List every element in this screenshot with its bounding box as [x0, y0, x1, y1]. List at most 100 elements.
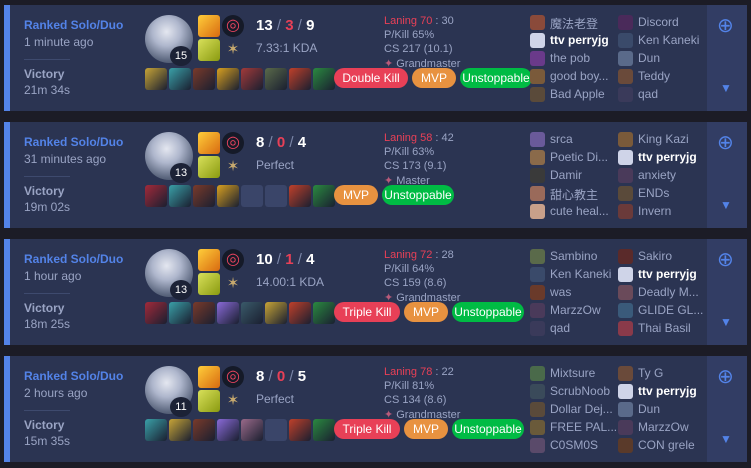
player-row[interactable]: ENDs — [618, 185, 706, 202]
summoner-spell-flash-icon[interactable] — [198, 390, 220, 412]
player-row[interactable]: GLIDE GL... — [618, 302, 706, 319]
match-card[interactable]: Ranked Solo/Duo 31 minutes ago Victory 19m … — [4, 122, 747, 228]
player-name[interactable]: Deadly M... — [638, 285, 708, 299]
player-name[interactable]: MarzzOw — [550, 303, 620, 317]
add-match-button[interactable]: ⊕ — [707, 5, 747, 45]
player-row[interactable]: Discord — [618, 14, 706, 31]
player-name[interactable]: Ken Kaneki — [550, 267, 620, 281]
player-name[interactable]: srca — [550, 132, 620, 146]
player-name[interactable]: the pob — [550, 51, 620, 65]
add-match-button[interactable]: ⊕ — [707, 122, 747, 162]
player-row[interactable]: ttv perryjg — [618, 383, 706, 400]
expand-details-button[interactable]: ▼ — [707, 162, 747, 228]
primary-rune-icon[interactable]: ◎ — [222, 366, 244, 388]
player-name[interactable]: Teddy — [638, 69, 708, 83]
player-row[interactable]: Invern — [618, 203, 706, 220]
player-row[interactable]: Ken Kaneki — [618, 32, 706, 49]
player-name[interactable]: ttv perryjg — [638, 384, 708, 398]
expand-details-button[interactable]: ▼ — [707, 279, 747, 345]
player-name[interactable]: King Kazi — [638, 132, 708, 146]
item-icon[interactable] — [265, 302, 287, 324]
player-name[interactable]: Thai Basil — [638, 321, 708, 335]
match-card[interactable]: Ranked Solo/Duo 1 minute ago Victory 21m 34… — [4, 5, 747, 111]
item-icon[interactable] — [313, 419, 335, 441]
item-icon[interactable] — [145, 419, 167, 441]
player-row[interactable]: MarzzOw — [530, 302, 618, 319]
empty-item-slot[interactable] — [265, 185, 287, 207]
player-name[interactable]: Damir — [550, 168, 620, 182]
player-row[interactable]: Bad Apple — [530, 86, 618, 103]
player-name[interactable]: was — [550, 285, 620, 299]
item-icon[interactable] — [169, 302, 191, 324]
player-row[interactable]: ttv perryjg — [618, 149, 706, 166]
player-row[interactable]: 魔法老登 — [530, 14, 618, 31]
player-name[interactable]: qad — [638, 87, 708, 101]
player-name[interactable]: Bad Apple — [550, 87, 620, 101]
player-row[interactable]: King Kazi — [618, 131, 706, 148]
item-icon[interactable] — [313, 302, 335, 324]
item-icon[interactable] — [193, 68, 215, 90]
primary-rune-icon[interactable]: ◎ — [222, 249, 244, 271]
player-row[interactable]: CON grele — [618, 437, 706, 454]
player-row[interactable]: Ken Kaneki — [530, 266, 618, 283]
player-row[interactable]: Mixtsure — [530, 365, 618, 382]
player-name[interactable]: CON grele — [638, 438, 708, 452]
player-name[interactable]: Discord — [638, 15, 708, 29]
item-icon[interactable] — [217, 68, 239, 90]
player-row[interactable]: Ty G — [618, 365, 706, 382]
player-name[interactable]: ttv perryjg — [638, 267, 708, 281]
item-icon[interactable] — [193, 302, 215, 324]
match-card[interactable]: Ranked Solo/Duo 1 hour ago Victory 18m 25s 1… — [4, 239, 747, 345]
player-row[interactable]: good boy... — [530, 68, 618, 85]
player-name[interactable]: 魔法老登 — [550, 15, 620, 32]
primary-rune-icon[interactable]: ◎ — [222, 15, 244, 37]
player-name[interactable]: 甜心教主 — [550, 186, 620, 203]
player-row[interactable]: qad — [618, 86, 706, 103]
player-row[interactable]: MarzzOw — [618, 419, 706, 436]
player-row[interactable]: 甜心教主 — [530, 185, 618, 202]
item-icon[interactable] — [241, 419, 263, 441]
player-row[interactable]: ttv perryjg — [618, 266, 706, 283]
item-icon[interactable] — [289, 419, 311, 441]
player-row[interactable]: ScrubNoob — [530, 383, 618, 400]
item-icon[interactable] — [241, 302, 263, 324]
player-name[interactable]: Invern — [638, 204, 708, 218]
player-name[interactable]: FREE PAL... — [550, 420, 620, 434]
player-row[interactable]: was — [530, 284, 618, 301]
player-name[interactable]: Poetic Di... — [550, 150, 620, 164]
summoner-spell-ignite-icon[interactable] — [198, 249, 220, 271]
player-name[interactable]: Sambino — [550, 249, 620, 263]
player-row[interactable]: Deadly M... — [618, 284, 706, 301]
player-row[interactable]: cute heal... — [530, 203, 618, 220]
add-match-button[interactable]: ⊕ — [707, 239, 747, 279]
player-name[interactable]: Ty G — [638, 366, 708, 380]
player-name[interactable]: Sakiro — [638, 249, 708, 263]
player-row[interactable]: Damir — [530, 167, 618, 184]
item-icon[interactable] — [193, 185, 215, 207]
player-name[interactable]: Dun — [638, 402, 708, 416]
item-icon[interactable] — [217, 185, 239, 207]
summoner-spell-ignite-icon[interactable] — [198, 132, 220, 154]
item-icon[interactable] — [289, 68, 311, 90]
player-row[interactable]: Dun — [618, 401, 706, 418]
summoner-spell-flash-icon[interactable] — [198, 156, 220, 178]
player-row[interactable]: FREE PAL... — [530, 419, 618, 436]
expand-details-button[interactable]: ▼ — [707, 45, 747, 111]
player-row[interactable]: the pob — [530, 50, 618, 67]
player-row[interactable]: Dollar Dej... — [530, 401, 618, 418]
match-card[interactable]: Ranked Solo/Duo 2 hours ago Victory 15m 35s… — [4, 356, 747, 462]
item-icon[interactable] — [169, 68, 191, 90]
add-match-button[interactable]: ⊕ — [707, 356, 747, 396]
secondary-rune-icon[interactable]: ✶ — [222, 156, 244, 178]
primary-rune-icon[interactable]: ◎ — [222, 132, 244, 154]
player-row[interactable]: srca — [530, 131, 618, 148]
item-icon[interactable] — [145, 302, 167, 324]
item-icon[interactable] — [313, 185, 335, 207]
player-name[interactable]: ttv perryjg — [638, 150, 708, 164]
item-icon[interactable] — [169, 419, 191, 441]
player-name[interactable]: cute heal... — [550, 204, 620, 218]
player-name[interactable]: ENDs — [638, 186, 708, 200]
summoner-spell-ignite-icon[interactable] — [198, 15, 220, 37]
player-row[interactable]: C0SM0S — [530, 437, 618, 454]
item-icon[interactable] — [289, 185, 311, 207]
